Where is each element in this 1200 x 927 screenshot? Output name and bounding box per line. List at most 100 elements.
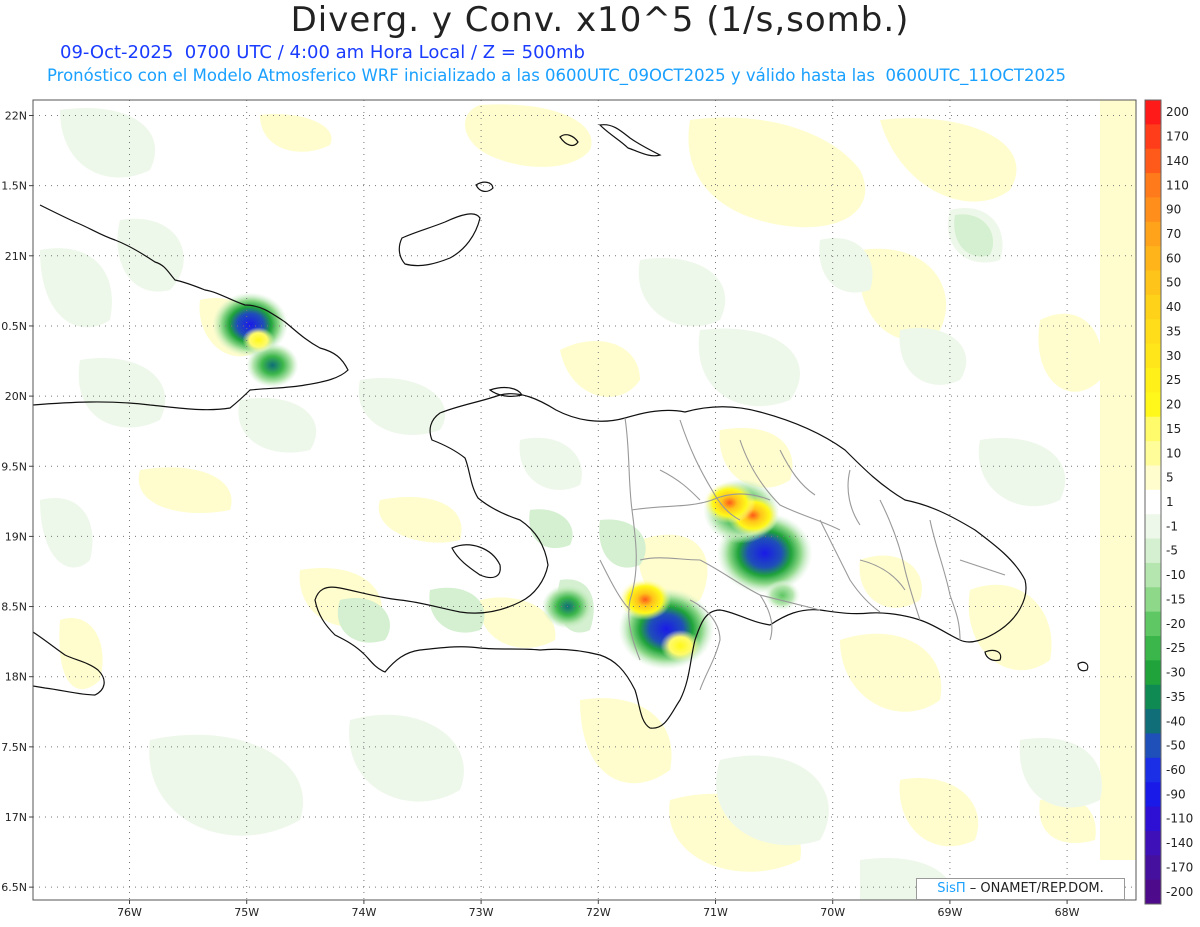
lon-tick-label: 69W [937, 906, 962, 919]
colorbar-label: 70 [1166, 227, 1181, 241]
lat-tick-label: 20N [5, 390, 27, 403]
lon-tick-label: 71W [703, 906, 728, 919]
colorbar-swatch [1145, 173, 1161, 198]
colorbar-label: -10 [1166, 568, 1186, 582]
colorbar-label: 15 [1166, 422, 1181, 436]
chart-title: Diverg. y Conv. x10^5 (1/s,somb.) [290, 0, 910, 40]
model-info-line: Pronóstico con el Modelo Atmosferico WRF… [47, 66, 1066, 85]
lat-tick-label: 1.5N [1, 180, 27, 193]
colorbar-label: 50 [1166, 276, 1181, 290]
colorbar-label: -40 [1166, 714, 1186, 728]
lat-tick-label: 9.5N [1, 460, 27, 473]
lat-tick-label: 0.5N [1, 320, 27, 333]
lon-tick-label: 76W [117, 906, 142, 919]
colorbar-swatch [1145, 441, 1161, 466]
colorbar-label: 110 [1166, 178, 1189, 192]
colorbar-swatch [1145, 368, 1161, 393]
lon-tick-label: 72W [586, 906, 611, 919]
colorbar-swatch [1145, 319, 1161, 345]
colorbar-swatch [1145, 343, 1161, 369]
colorbar-swatch [1145, 148, 1161, 174]
latitude-labels: 22N 1.5N 21N 0.5N 20N 9.5N 19N 8.5N 18N 7.5N 17N 6.… [1, 110, 33, 894]
colorbar-label: 140 [1166, 154, 1189, 168]
colorbar-label: 35 [1166, 324, 1181, 338]
convergence-core [764, 580, 801, 611]
lat-tick-label: 18N [5, 671, 27, 684]
sis-logo-text: SisΠ [937, 881, 966, 896]
colorbar-swatch [1145, 709, 1161, 734]
colorbar-label: -1 [1166, 519, 1178, 533]
colorbar: 200 170 140 110 90 70 60 50 40 35 30 25 20 15 10 5 1 -1 -5… [1144, 99, 1193, 905]
colorbar-swatch [1145, 514, 1161, 540]
lon-tick-label: 74W [351, 906, 376, 919]
lat-tick-label: 8.5N [1, 601, 27, 614]
colorbar-swatch [1145, 587, 1161, 613]
colorbar-label: -90 [1166, 787, 1186, 801]
divergence-map: 22N 1.5N 21N 0.5N 20N 9.5N 19N 8.5N 18N 7.5N 17N 6.… [1, 99, 1193, 919]
colorbar-label: -20 [1166, 617, 1186, 631]
colorbar-swatch [1145, 806, 1161, 832]
colorbar-swatch [1145, 270, 1161, 296]
lon-tick-label: 75W [234, 906, 259, 919]
colorbar-swatch [1145, 660, 1161, 686]
colorbar-label: -15 [1166, 592, 1186, 606]
divergence-core [242, 327, 275, 353]
lon-tick-label: 70W [820, 906, 845, 919]
colorbar-label: 25 [1166, 373, 1181, 387]
lat-tick-label: 6.5N [1, 881, 27, 894]
colorbar-swatch [1145, 830, 1161, 856]
colorbar-swatch [1145, 100, 1161, 125]
colorbar-label: 20 [1166, 398, 1181, 412]
colorbar-label: -110 [1166, 812, 1193, 826]
colorbar-label: 1 [1166, 495, 1174, 509]
colorbar-swatch [1145, 879, 1161, 905]
colorbar-label: 10 [1166, 446, 1181, 460]
lat-tick-label: 7.5N [1, 741, 27, 754]
colorbar-label: 5 [1166, 471, 1174, 485]
colorbar-label: -140 [1166, 836, 1193, 850]
divergence-core [619, 578, 672, 621]
colorbar-label: 90 [1166, 203, 1181, 217]
lat-tick-label: 22N [5, 110, 27, 123]
colorbar-swatch [1145, 465, 1161, 491]
colorbar-swatch [1145, 757, 1161, 783]
colorbar-swatch [1145, 392, 1161, 418]
colorbar-swatch [1145, 197, 1161, 223]
colorbar-label: -60 [1166, 763, 1186, 777]
colorbar-label: 200 [1166, 105, 1189, 119]
divergence-core [660, 629, 701, 662]
colorbar-label: -5 [1166, 544, 1178, 558]
lat-tick-label: 19N [5, 530, 27, 543]
lon-tick-label: 73W [469, 906, 494, 919]
colorbar-swatch [1145, 221, 1161, 247]
colorbar-label: -50 [1166, 739, 1186, 753]
colorbar-swatch [1145, 684, 1161, 710]
colorbar-swatch [1145, 855, 1161, 881]
colorbar-label: -30 [1166, 666, 1186, 680]
colorbar-label: -200 [1166, 885, 1193, 899]
longitude-labels: 76W 75W 74W 73W 72W 71W 70W 69W 68W [117, 900, 1080, 919]
colorbar-swatch [1145, 246, 1161, 272]
colorbar-label: -25 [1166, 641, 1186, 655]
colorbar-swatch [1145, 416, 1161, 442]
colorbar-swatch [1145, 538, 1161, 564]
credit-box: SisΠ – ONAMET/REP.DOM. [916, 878, 1125, 900]
colorbar-label: 40 [1166, 300, 1181, 314]
lat-tick-label: 17N [5, 811, 27, 824]
colorbar-swatch [1145, 489, 1161, 515]
colorbar-label: -35 [1166, 690, 1186, 704]
lat-tick-label: 21N [5, 250, 27, 263]
colorbar-label: -170 [1166, 860, 1193, 874]
colorbar-label: 30 [1166, 349, 1181, 363]
colorbar-swatch [1145, 294, 1161, 320]
valid-time-line: 09-Oct-2025 0700 UTC / 4:00 am Hora Loca… [60, 42, 585, 63]
credit-text: – ONAMET/REP.DOM. [965, 881, 1104, 896]
colorbar-swatch [1145, 124, 1161, 150]
colorbar-label: 170 [1166, 130, 1189, 144]
colorbar-swatch [1145, 636, 1161, 661]
lon-tick-label: 68W [1055, 906, 1080, 919]
colorbar-swatch [1145, 782, 1161, 808]
colorbar-swatch [1145, 733, 1161, 759]
colorbar-swatch [1145, 562, 1161, 588]
colorbar-label: 60 [1166, 251, 1181, 265]
